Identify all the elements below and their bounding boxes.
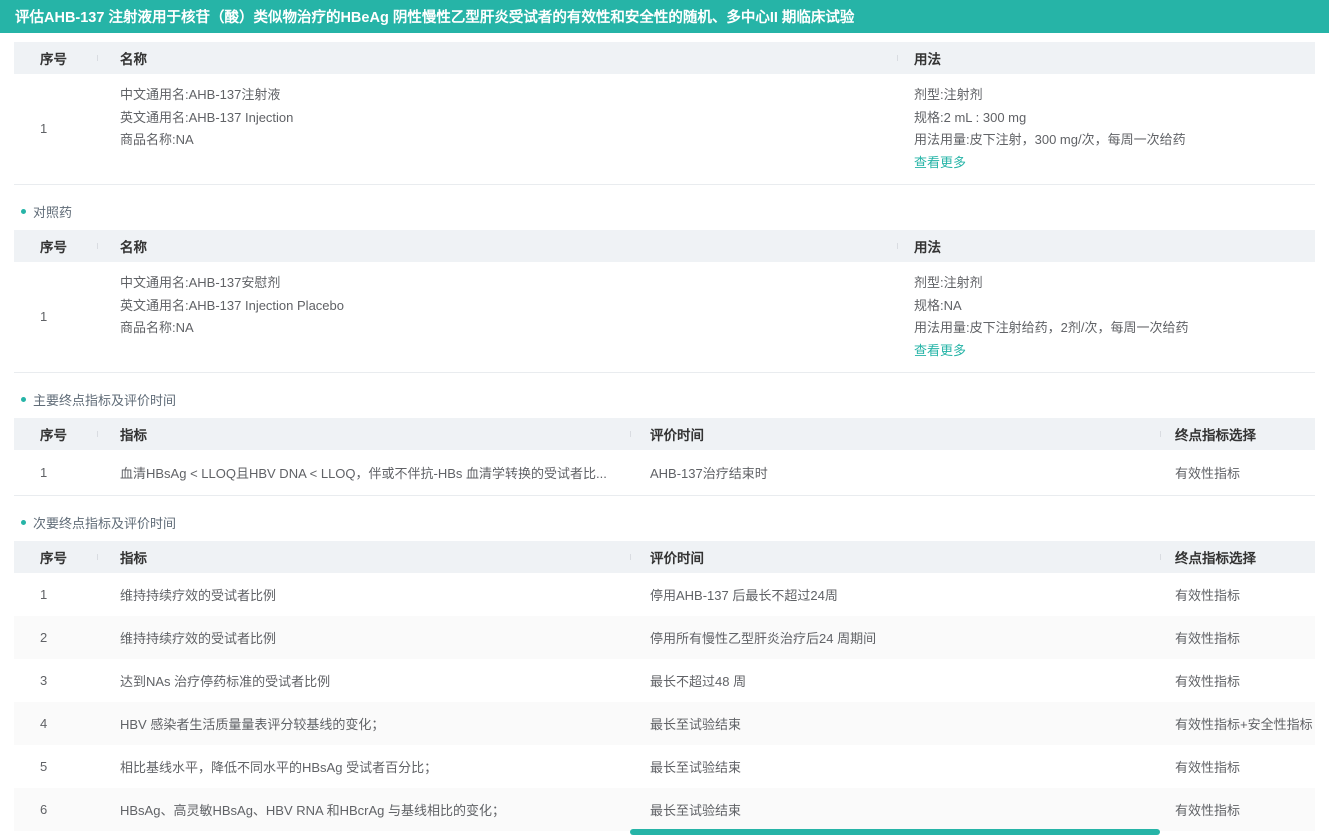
view-more-link[interactable]: 查看更多 [914,340,1315,363]
column-header-type: 终点指标选择 [1160,547,1315,567]
table-row: 6 HBsAg、高灵敏HBsAg、HBV RNA 和HBcrAg 与基线相比的变… [14,788,1315,831]
drug-usage-cell: 剂型:注射剂 规格:NA 用法用量:皮下注射给药，2剂/次，每周一次给药 查看更… [897,272,1315,362]
evaluation-time: AHB-137治疗结束时 [630,463,1160,482]
endpoint-indicator: 血清HBsAg < LLOQ且HBV DNA < LLOQ，伴或不伴抗-HBs … [97,463,630,482]
horizontal-scrollbar-thumb[interactable] [630,829,1160,835]
drug-usage-cell: 剂型:注射剂 规格:2 mL : 300 mg 用法用量:皮下注射，300 mg… [897,84,1315,174]
row-number: 1 [14,465,97,480]
section-label-text: 对照药 [33,202,72,221]
evaluation-time: 最长至试验结束 [630,714,1160,733]
section-secondary-endpoints: 次要终点指标及评价时间 [21,513,1315,532]
table-row: 1 维持持续疗效的受试者比例 停用AHB-137 后最长不超过24周 有效性指标 [14,573,1315,616]
drug-en-name: 英文通用名:AHB-137 Injection Placebo [120,295,897,318]
evaluation-time: 停用所有慢性乙型肝炎治疗后24 周期间 [630,628,1160,647]
row-number: 1 [14,272,97,362]
endpoint-type: 有效性指标 [1160,671,1315,690]
bullet-icon [21,520,26,525]
trial-title-bar: 评估AHB-137 注射液用于核苷（酸）类似物治疗的HBeAg 阴性慢性乙型肝炎… [0,0,1329,33]
drug-en-name: 英文通用名:AHB-137 Injection [120,107,897,130]
row-number: 6 [14,802,97,817]
secondary-endpoints-table: 序号 指标 评价时间 终点指标选择 1 维持持续疗效的受试者比例 停用AHB-1… [14,541,1315,831]
column-header-usage: 用法 [897,236,1315,256]
endpoint-type: 有效性指标+安全性指标 [1160,714,1315,733]
section-label-text: 次要终点指标及评价时间 [33,513,176,532]
endpoint-type: 有效性指标 [1160,757,1315,776]
drug-cn-name: 中文通用名:AHB-137安慰剂 [120,272,897,295]
row-number: 5 [14,759,97,774]
table-row: 4 HBV 感染者生活质量量表评分较基线的变化； 最长至试验结束 有效性指标+安… [14,702,1315,745]
evaluation-time: 最长至试验结束 [630,800,1160,819]
view-more-link[interactable]: 查看更多 [914,152,1315,175]
secondary-endpoints-table-header: 序号 指标 评价时间 终点指标选择 [14,541,1315,573]
section-primary-endpoints: 主要终点指标及评价时间 [21,390,1315,409]
test-drug-table-header: 序号 名称 用法 [14,42,1315,74]
drug-name-cell: 中文通用名:AHB-137安慰剂 英文通用名:AHB-137 Injection… [97,272,897,362]
column-header-no: 序号 [14,236,97,256]
primary-endpoints-table-header: 序号 指标 评价时间 终点指标选择 [14,418,1315,450]
primary-endpoints-table: 序号 指标 评价时间 终点指标选择 1 血清HBsAg < LLOQ且HBV D… [14,418,1315,496]
column-header-time: 评价时间 [630,424,1160,444]
endpoint-indicator: 达到NAs 治疗停药标准的受试者比例 [97,671,630,690]
evaluation-time: 最长至试验结束 [630,757,1160,776]
bullet-icon [21,209,26,214]
drug-trade-name: 商品名称:NA [120,317,897,340]
dosage-form: 剂型:注射剂 [914,84,1315,107]
dosage: 用法用量:皮下注射给药，2剂/次，每周一次给药 [914,317,1315,340]
endpoint-type: 有效性指标 [1160,628,1315,647]
drug-cn-name: 中文通用名:AHB-137注射液 [120,84,897,107]
table-row: 2 维持持续疗效的受试者比例 停用所有慢性乙型肝炎治疗后24 周期间 有效性指标 [14,616,1315,659]
table-row: 5 相比基线水平，降低不同水平的HBsAg 受试者百分比； 最长至试验结束 有效… [14,745,1315,788]
drug-name-cell: 中文通用名:AHB-137注射液 英文通用名:AHB-137 Injection… [97,84,897,174]
drug-trade-name: 商品名称:NA [120,129,897,152]
column-header-time: 评价时间 [630,547,1160,567]
endpoint-type: 有效性指标 [1160,585,1315,604]
control-drug-table: 序号 名称 用法 1 中文通用名:AHB-137安慰剂 英文通用名:AHB-13… [14,230,1315,373]
column-header-usage: 用法 [897,48,1315,68]
page-content: 序号 名称 用法 1 中文通用名:AHB-137注射液 英文通用名:AHB-13… [0,42,1329,831]
row-number: 3 [14,673,97,688]
table-row: 1 中文通用名:AHB-137注射液 英文通用名:AHB-137 Injecti… [14,74,1315,184]
table-row: 1 中文通用名:AHB-137安慰剂 英文通用名:AHB-137 Injecti… [14,262,1315,372]
endpoint-indicator: HBsAg、高灵敏HBsAg、HBV RNA 和HBcrAg 与基线相比的变化； [97,800,630,819]
endpoint-indicator: HBV 感染者生活质量量表评分较基线的变化； [97,714,630,733]
column-header-name: 名称 [97,236,897,256]
endpoint-indicator: 维持持续疗效的受试者比例 [97,628,630,647]
spec: 规格:NA [914,295,1315,318]
table-row: 1 血清HBsAg < LLOQ且HBV DNA < LLOQ，伴或不伴抗-HB… [14,450,1315,495]
bullet-icon [21,397,26,402]
column-header-type: 终点指标选择 [1160,424,1315,444]
endpoint-type: 有效性指标 [1160,463,1315,482]
table-row: 3 达到NAs 治疗停药标准的受试者比例 最长不超过48 周 有效性指标 [14,659,1315,702]
column-header-indicator: 指标 [97,424,630,444]
test-drug-table: 序号 名称 用法 1 中文通用名:AHB-137注射液 英文通用名:AHB-13… [14,42,1315,185]
section-label-text: 主要终点指标及评价时间 [33,390,176,409]
row-number: 1 [14,84,97,174]
column-header-indicator: 指标 [97,547,630,567]
dosage-form: 剂型:注射剂 [914,272,1315,295]
endpoint-indicator: 相比基线水平，降低不同水平的HBsAg 受试者百分比； [97,757,630,776]
row-number: 2 [14,630,97,645]
trial-title: 评估AHB-137 注射液用于核苷（酸）类似物治疗的HBeAg 阴性慢性乙型肝炎… [15,6,854,27]
column-header-no: 序号 [14,48,97,68]
column-header-name: 名称 [97,48,897,68]
endpoint-indicator: 维持持续疗效的受试者比例 [97,585,630,604]
row-number: 1 [14,587,97,602]
evaluation-time: 最长不超过48 周 [630,671,1160,690]
column-header-no: 序号 [14,547,97,567]
spec: 规格:2 mL : 300 mg [914,107,1315,130]
column-header-no: 序号 [14,424,97,444]
dosage: 用法用量:皮下注射，300 mg/次，每周一次给药 [914,129,1315,152]
control-drug-table-header: 序号 名称 用法 [14,230,1315,262]
section-control-drug: 对照药 [21,202,1315,221]
endpoint-type: 有效性指标 [1160,800,1315,819]
row-number: 4 [14,716,97,731]
evaluation-time: 停用AHB-137 后最长不超过24周 [630,585,1160,604]
